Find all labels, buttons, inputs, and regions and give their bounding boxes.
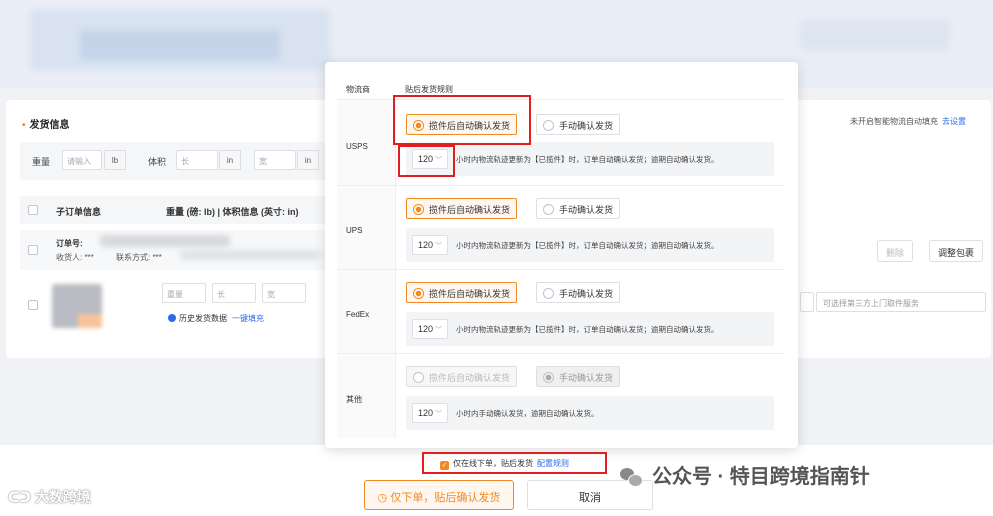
col-sub-order: 子订单信息: [56, 207, 102, 217]
history-label: 历史发货数据: [179, 314, 227, 323]
one-click-fill-link[interactable]: 一键填充: [232, 314, 264, 323]
order-row: 订单号: 收货人: *** 联系方式: ***: [20, 230, 330, 270]
length-input[interactable]: 长: [176, 150, 218, 170]
sync-checkbox[interactable]: ✓: [440, 461, 449, 470]
order-no-label: 订单号:: [56, 239, 83, 248]
hours-rule-box: 120 ﹀ 小时内手动确认发货，逾期自动确认发货。: [406, 396, 774, 430]
auto-fill-note-text: 未开启智能物流自动填充: [850, 117, 938, 126]
select-all-checkbox[interactable]: [28, 205, 38, 215]
order-checkbox[interactable]: [28, 245, 38, 255]
item-weight-input[interactable]: 重量: [162, 283, 206, 303]
watermark-left-text: 大数跨境: [34, 489, 91, 505]
recipient-label: 收货人: ***: [56, 253, 94, 262]
hours-select[interactable]: 120 ﹀: [412, 319, 448, 339]
manual-confirm-radio-disabled: 手动确认发货: [536, 366, 621, 387]
width-input[interactable]: 宽: [254, 150, 296, 170]
manual-confirm-radio[interactable]: 手动确认发货: [536, 282, 621, 303]
width-unit: in: [297, 150, 319, 170]
order-only-confirm-button[interactable]: ◷ 仅下单，贴后确认发货: [364, 480, 514, 510]
hours-rule-box: 120 ﹀ 小时内物流轨迹更新为【已揽件】时，订单自动确认发货；逾期自动确认发货。: [406, 312, 774, 346]
carrier-cell-ups: UPS: [337, 186, 396, 270]
manual-confirm-radio[interactable]: 手动确认发货: [536, 198, 621, 219]
sync-option-row: ✓ 仅在线下单，贴后发货 配置规则: [440, 458, 569, 470]
section-title: 发货信息: [22, 116, 70, 131]
wechat-icon: [620, 468, 643, 487]
hours-value: 120: [418, 408, 434, 418]
volume-label: 体积: [148, 157, 167, 167]
item-width-input[interactable]: 宽: [262, 283, 306, 303]
item-length-input[interactable]: 长: [212, 283, 256, 303]
weight-unit: lb: [104, 150, 126, 170]
pickup-service-select[interactable]: 可选择第三方上门取件服务: [816, 292, 986, 312]
watermark-right: 公众号 · 特目跨境指南针: [620, 460, 870, 489]
col-rule: 贴后发货规则: [405, 85, 453, 94]
hours-rule-box: 120 ﹀ 小时内物流轨迹更新为【已揽件】时，订单自动确认发货；逾期自动确认发货。: [406, 142, 774, 176]
hours-rule-box: 120 ﹀ 小时内物流轨迹更新为【已揽件】时，订单自动确认发货；逾期自动确认发货。: [406, 228, 774, 262]
rule-description: 小时内手动确认发货，逾期自动确认发货。: [456, 409, 599, 418]
config-rule-link[interactable]: 配置规则: [537, 459, 569, 468]
weight-volume-bar: 重量 请输入 lb 体积 长 in 宽 in: [20, 142, 330, 180]
delete-button[interactable]: 删除: [877, 240, 914, 262]
rule-description: 小时内物流轨迹更新为【已揽件】时，订单自动确认发货；逾期自动确认发货。: [456, 241, 719, 250]
carrier-cell-usps: USPS: [337, 100, 396, 186]
highlight-hours-select: [398, 145, 455, 177]
hours-value: 120: [418, 324, 434, 334]
watermark-logo-icon: ᑕᑐ: [8, 489, 35, 505]
watermark-right-text: 公众号 · 特目跨境指南针: [652, 466, 870, 488]
auto-confirm-radio[interactable]: 揽件后自动确认发货: [406, 198, 518, 219]
product-thumbnail: [52, 284, 102, 328]
rule-cell-fedex: 揽件后自动确认发货 手动确认发货 120 ﹀ 小时内物流轨迹更新为【已揽件】时，订…: [396, 270, 784, 354]
rule-description: 小时内物流轨迹更新为【已揽件】时，订单自动确认发货；逾期自动确认发货。: [456, 155, 719, 164]
weight-input[interactable]: 请输入: [62, 150, 102, 170]
watermark-left: ᑕᑐ 大数跨境: [8, 487, 91, 507]
table-header: 子订单信息 重量 (磅: lb) | 体积信息 (英寸: in): [20, 196, 330, 224]
history-shipping-data: 历史发货数据 一键填充: [168, 313, 264, 324]
weight-label: 重量: [32, 157, 51, 167]
chevron-down-icon: ﹀: [435, 243, 443, 250]
rule-description: 小时内物流轨迹更新为【已揽件】时，订单自动确认发货；逾期自动确认发货。: [456, 325, 719, 334]
col-carrier: 物流商: [346, 85, 370, 94]
sync-label: 仅在线下单，贴后发货: [453, 459, 533, 468]
order-only-confirm-label: 仅下单，贴后确认发货: [390, 492, 501, 504]
rule-cell-ups: 揽件后自动确认发货 手动确认发货 120 ﹀ 小时内物流轨迹更新为【已揽件】时，订…: [396, 186, 784, 270]
manual-confirm-radio[interactable]: 手动确认发货: [536, 114, 621, 135]
clock-icon: ◷: [377, 492, 391, 504]
carrier-name: FedEx: [346, 310, 370, 319]
chevron-down-icon: ﹀: [435, 327, 443, 334]
adjust-package-button[interactable]: 调整包裹: [929, 240, 984, 262]
carrier-name: 其他: [346, 395, 362, 404]
contact-label: 联系方式: ***: [116, 253, 162, 262]
col-weight-volume: 重量 (磅: lb) | 体积信息 (英寸: in): [166, 207, 299, 217]
item-checkbox[interactable]: [28, 300, 38, 310]
carrier-select[interactable]: [800, 292, 814, 312]
carrier-name: UPS: [346, 226, 363, 235]
highlight-auto-confirm: [393, 95, 531, 145]
auto-fill-note: 未开启智能物流自动填充 去设置: [850, 116, 966, 127]
rule-cell-other: 揽件后自动确认发货 手动确认发货 120 ﹀ 小时内手动确认发货，逾期自动确认发货…: [396, 354, 784, 438]
carrier-cell-fedex: FedEx: [337, 270, 396, 354]
carrier-cell-other: 其他: [337, 354, 396, 438]
length-unit: in: [219, 150, 241, 170]
auto-confirm-radio-disabled: 揽件后自动确认发货: [406, 366, 518, 387]
go-settings-link[interactable]: 去设置: [942, 117, 966, 126]
hours-value: 120: [418, 240, 434, 250]
auto-confirm-radio[interactable]: 揽件后自动确认发货: [406, 282, 518, 303]
carrier-name: USPS: [346, 142, 368, 151]
info-icon: [168, 314, 176, 322]
hours-select[interactable]: 120 ﹀: [412, 235, 448, 255]
chevron-down-icon: ﹀: [435, 411, 443, 418]
hours-select[interactable]: 120 ﹀: [412, 403, 448, 423]
